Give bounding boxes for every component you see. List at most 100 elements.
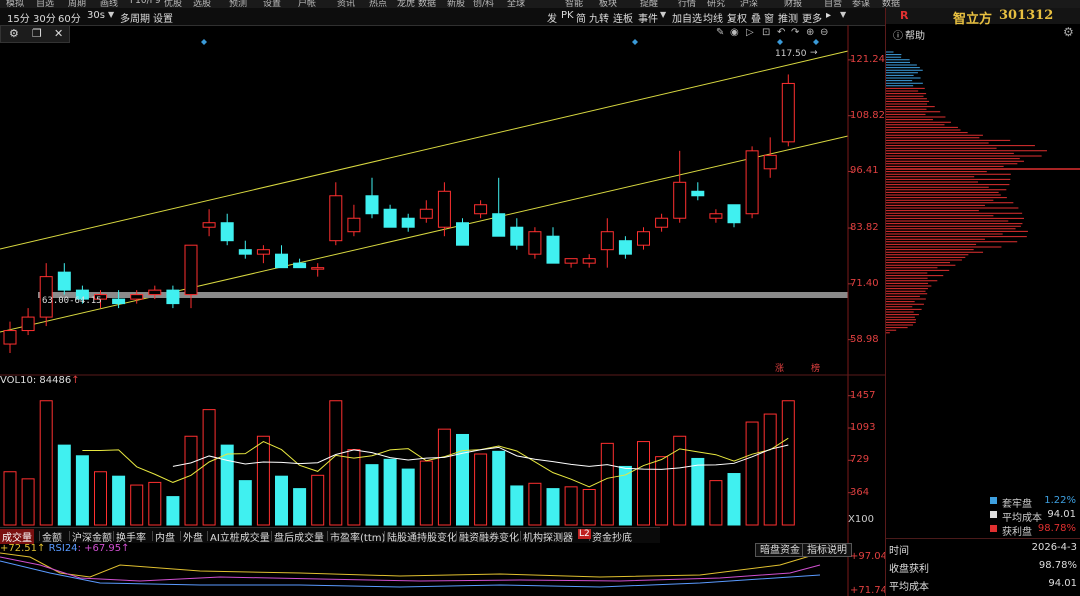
candle-body[interactable]: [437, 190, 451, 228]
menu-item[interactable]: 龙虎: [397, 0, 415, 8]
candle-body[interactable]: [275, 253, 288, 269]
multi-period-button[interactable]: 多周期: [120, 10, 150, 25]
indicator-tab[interactable]: 融资融券变化: [459, 529, 519, 544]
chevron-down-icon[interactable]: ▼: [108, 10, 114, 19]
candle-body[interactable]: [618, 240, 632, 255]
menu-item[interactable]: 自营: [824, 0, 842, 8]
candle-body[interactable]: [528, 231, 542, 255]
overlay-button[interactable]: 叠: [751, 10, 761, 25]
candle-body[interactable]: [21, 316, 35, 332]
candle-body[interactable]: [600, 231, 614, 251]
indicator-tab[interactable]: 盘后成交量: [274, 529, 324, 544]
candle-body[interactable]: [347, 217, 361, 233]
candle-body[interactable]: [383, 208, 397, 228]
menu-item[interactable]: 预测: [229, 0, 247, 8]
candle-body[interactable]: [673, 181, 687, 219]
menu-item[interactable]: 优股: [164, 0, 182, 8]
arrow-right-icon[interactable]: ▸: [826, 10, 831, 21]
menu-item[interactable]: 画线: [100, 0, 118, 8]
forecast-button[interactable]: 推测: [778, 10, 798, 25]
indicator-tab[interactable]: 外盘: [183, 529, 203, 544]
main-chart[interactable]: [0, 25, 885, 596]
indicator-tab[interactable]: 机构探测器: [523, 529, 573, 544]
indicator-tab[interactable]: 内盘: [155, 529, 175, 544]
candle-body[interactable]: [220, 222, 234, 242]
menu-item[interactable]: 沪深: [740, 0, 758, 8]
menu-item[interactable]: 研究: [707, 0, 725, 8]
candle-body[interactable]: [655, 217, 669, 228]
settings-button[interactable]: 设置: [153, 10, 173, 25]
indicator-tab[interactable]: 资金抄底: [592, 529, 632, 544]
candle-body[interactable]: [311, 267, 325, 270]
menu-item[interactable]: 自选: [36, 0, 54, 8]
period-30s[interactable]: 30s: [87, 10, 105, 21]
candle-body[interactable]: [166, 289, 180, 305]
candle-body[interactable]: [256, 249, 270, 255]
candle-body[interactable]: [564, 258, 578, 264]
toolbar-item-jiuzhuan[interactable]: 九转: [589, 10, 609, 25]
candle-body[interactable]: [130, 294, 144, 300]
indicator-tab[interactable]: 市盈率(ttm): [330, 529, 385, 544]
candle-body[interactable]: [419, 208, 433, 219]
indicator-help-button[interactable]: 指标说明: [802, 543, 852, 557]
more-button[interactable]: 更多: [802, 10, 822, 25]
candle-body[interactable]: [57, 271, 71, 291]
candle-body[interactable]: [112, 298, 126, 305]
menu-item[interactable]: 设置: [263, 0, 281, 8]
candle-body[interactable]: [474, 204, 488, 215]
indicator-tab[interactable]: AI立桩成交量: [210, 529, 270, 544]
menu-item[interactable]: 新股: [447, 0, 465, 8]
menu-item[interactable]: 板块: [599, 0, 617, 8]
candle-body[interactable]: [456, 222, 469, 246]
add-watchlist-button[interactable]: 加自选: [672, 10, 702, 25]
menu-item[interactable]: 模拟: [6, 0, 24, 8]
toolbar-item-fa[interactable]: 发: [547, 10, 557, 25]
menu-item[interactable]: 创/科: [473, 0, 494, 8]
gear-icon[interactable]: ⚙: [1063, 25, 1074, 39]
candle-body[interactable]: [709, 213, 723, 219]
moving-average-button[interactable]: 均线: [703, 10, 723, 25]
candle-body[interactable]: [745, 150, 759, 215]
window-button[interactable]: 窗: [764, 10, 774, 25]
chevron-down-icon[interactable]: ▼: [840, 10, 846, 19]
menu-item[interactable]: 提醒: [640, 0, 658, 8]
indicator-tab[interactable]: 成交量: [0, 529, 34, 544]
candle-body[interactable]: [148, 289, 162, 296]
dark-pool-fund-button[interactable]: 暗盘资金: [755, 543, 805, 557]
menu-item[interactable]: 周期: [68, 0, 86, 8]
menu-item[interactable]: 全球: [507, 0, 525, 8]
price-adjust-button[interactable]: 复权: [727, 10, 747, 25]
candle-body[interactable]: [329, 195, 343, 242]
candle-body[interactable]: [202, 222, 216, 228]
candle-body[interactable]: [3, 330, 17, 345]
event-marker[interactable]: [632, 39, 638, 45]
menu-item[interactable]: 户帐: [298, 0, 316, 8]
menu-item[interactable]: 选股: [193, 0, 211, 8]
candle-body[interactable]: [365, 195, 379, 215]
toolbar-item-jian[interactable]: 简: [576, 10, 586, 25]
menu-item[interactable]: F10/F9: [130, 0, 161, 6]
menu-item[interactable]: 智能: [565, 0, 583, 8]
menu-item[interactable]: 财报: [784, 0, 802, 8]
candle-body[interactable]: [582, 258, 596, 264]
candle-body[interactable]: [492, 213, 506, 237]
menu-item[interactable]: 数据: [882, 0, 900, 8]
menu-item[interactable]: 行情: [678, 0, 696, 8]
candle-body[interactable]: [763, 154, 777, 170]
period-15m[interactable]: 15分: [7, 10, 30, 25]
candle-body[interactable]: [238, 249, 252, 255]
period-30m[interactable]: 30分: [33, 10, 56, 25]
toolbar-item-events[interactable]: 事件: [638, 10, 658, 25]
menu-item[interactable]: 资讯: [337, 0, 355, 8]
indicator-tab[interactable]: 沪深金额: [72, 529, 112, 544]
candle-body[interactable]: [637, 231, 650, 246]
candle-body[interactable]: [510, 226, 524, 246]
candle-body[interactable]: [691, 190, 705, 197]
menu-item[interactable]: 数据: [418, 0, 436, 8]
event-marker[interactable]: [813, 39, 819, 45]
menu-item[interactable]: 参谋: [852, 0, 870, 8]
candle-body[interactable]: [401, 217, 415, 228]
period-60m[interactable]: 60分: [58, 10, 81, 25]
menu-item[interactable]: 热点: [369, 0, 387, 8]
candle-body[interactable]: [184, 244, 198, 296]
